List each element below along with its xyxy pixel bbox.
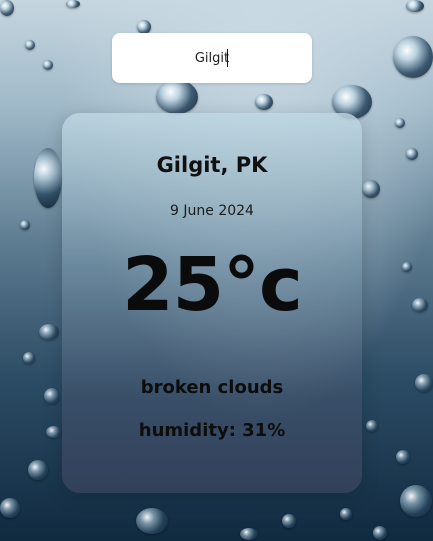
water-drop [400, 485, 432, 517]
water-drop [366, 420, 378, 432]
water-drop [340, 508, 352, 520]
water-drop [66, 0, 80, 8]
water-drop [137, 20, 151, 34]
water-drop [25, 40, 35, 50]
water-drop [23, 352, 35, 364]
water-drop [362, 180, 380, 198]
weather-card: Gilgit, PK 9 June 2024 25°c broken cloud… [62, 113, 362, 493]
water-drop [282, 514, 296, 528]
water-drop [240, 528, 258, 540]
city-search-input[interactable] [112, 33, 312, 83]
forecast-date: 9 June 2024 [170, 203, 254, 219]
water-drop [415, 374, 433, 392]
water-drop [396, 450, 410, 464]
water-drop [20, 220, 30, 230]
water-drop [34, 148, 62, 208]
water-drop [395, 118, 405, 128]
water-drop [406, 0, 424, 12]
water-drop [136, 508, 168, 534]
water-drop [156, 80, 198, 114]
temperature-value: 25°c [122, 242, 303, 328]
water-drop [0, 0, 14, 16]
water-drop [402, 262, 412, 272]
water-drop [255, 94, 273, 110]
water-drop [46, 426, 62, 438]
water-drop [373, 526, 387, 540]
water-drop [44, 388, 60, 404]
water-drop [412, 298, 428, 312]
humidity-value: humidity: 31% [138, 420, 286, 441]
water-drop [43, 60, 53, 70]
water-drop [406, 148, 418, 160]
water-drop [39, 324, 59, 340]
location-title: Gilgit, PK [156, 153, 268, 177]
water-drop [28, 460, 48, 480]
water-drop [393, 36, 433, 78]
text-caret [227, 49, 228, 67]
city-search-box[interactable] [112, 33, 312, 83]
weather-description: broken clouds [140, 377, 284, 398]
water-drop [0, 498, 20, 518]
